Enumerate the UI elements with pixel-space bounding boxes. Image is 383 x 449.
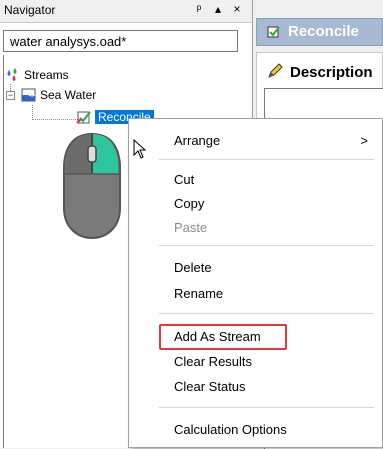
close-icon[interactable]: ×: [232, 2, 242, 16]
tree-item-sea-water[interactable]: Sea Water: [21, 86, 96, 104]
description-label: Description: [290, 64, 373, 81]
reconcile-tab[interactable]: Reconcile: [256, 18, 383, 46]
menu-item-rename[interactable]: Rename: [174, 286, 223, 301]
stream-file-icon: [21, 87, 37, 103]
menu-item-clear-status[interactable]: Clear Status: [174, 379, 246, 394]
tab-title: Reconcile: [288, 23, 359, 40]
tree-item-label: Streams: [24, 68, 69, 82]
pencil-icon: [266, 62, 284, 83]
reconcile-tab-icon: [267, 25, 281, 42]
menu-item-arrange[interactable]: Arrange: [174, 133, 220, 148]
menu-item-clear-results[interactable]: Clear Results: [174, 354, 252, 369]
reconcile-icon: [76, 109, 92, 125]
menu-separator: [159, 245, 374, 246]
file-tab[interactable]: water analysys.oad*: [3, 30, 238, 52]
collapse-icon[interactable]: −: [6, 91, 15, 100]
mouse-right-click-icon: [60, 132, 124, 240]
menu-item-delete[interactable]: Delete: [174, 260, 212, 275]
menu-item-calculation-options[interactable]: Calculation Options: [174, 422, 287, 437]
menu-separator: [159, 313, 374, 314]
highlight-annotation: [159, 324, 287, 350]
tree-item-streams[interactable]: Streams: [5, 66, 69, 84]
navigator-titlebar: Navigator ᵖ ▴ ×: [0, 0, 252, 23]
pin-icon[interactable]: ᵖ: [194, 2, 204, 16]
navigator-controls: ᵖ ▴ ×: [194, 2, 242, 16]
dropdown-icon[interactable]: ▴: [213, 2, 223, 16]
context-menu: Arrange > Cut Copy Paste Delete Rename A…: [128, 118, 383, 448]
submenu-arrow-icon: >: [360, 133, 368, 148]
tree-item-label: Sea Water: [40, 88, 97, 102]
menu-item-copy[interactable]: Copy: [174, 196, 204, 211]
menu-separator: [159, 407, 374, 408]
streams-icon: [5, 67, 21, 83]
file-tab-label: water analysys.oad*: [10, 34, 127, 49]
tree-connector: [32, 105, 33, 120]
menu-separator: [159, 159, 374, 160]
description-tab[interactable]: Description: [266, 62, 373, 83]
menu-item-paste: Paste: [174, 220, 208, 235]
navigator-title: Navigator: [4, 3, 56, 17]
menu-item-cut[interactable]: Cut: [174, 172, 194, 187]
tree-connector: [33, 119, 78, 120]
pointer-cursor-icon: [133, 138, 147, 162]
